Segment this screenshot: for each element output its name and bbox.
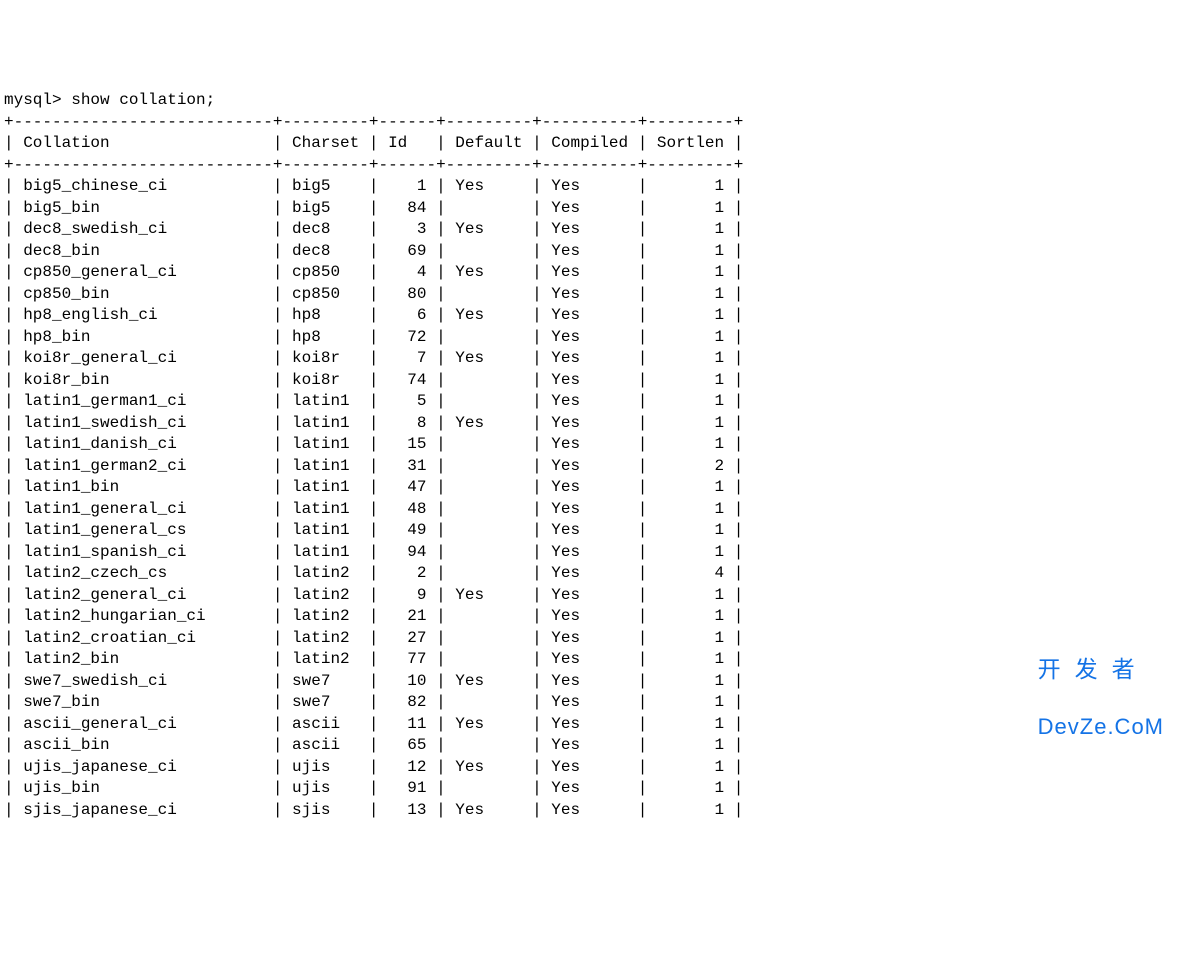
watermark-line2: DevZe.CoM: [1038, 715, 1164, 738]
watermark: 开发者 DevZe.CoM: [1038, 624, 1164, 755]
terminal-output: mysql> show collation; +----------------…: [4, 90, 1176, 821]
watermark-line1: 开发者: [1038, 657, 1164, 681]
